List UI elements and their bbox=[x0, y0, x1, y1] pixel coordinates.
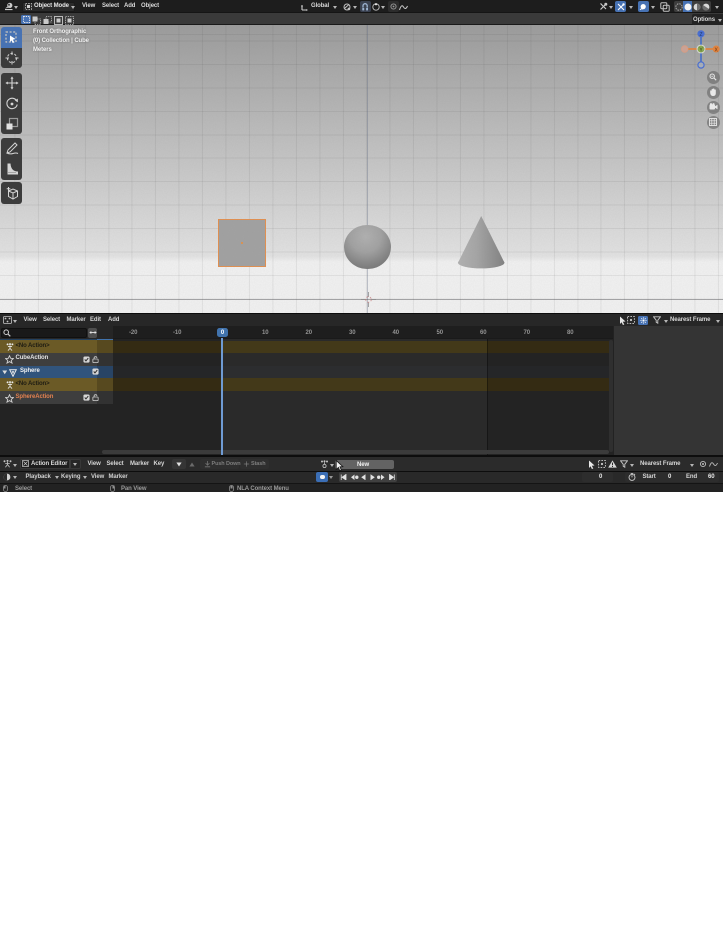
svg-text:Z: Z bbox=[699, 32, 702, 38]
